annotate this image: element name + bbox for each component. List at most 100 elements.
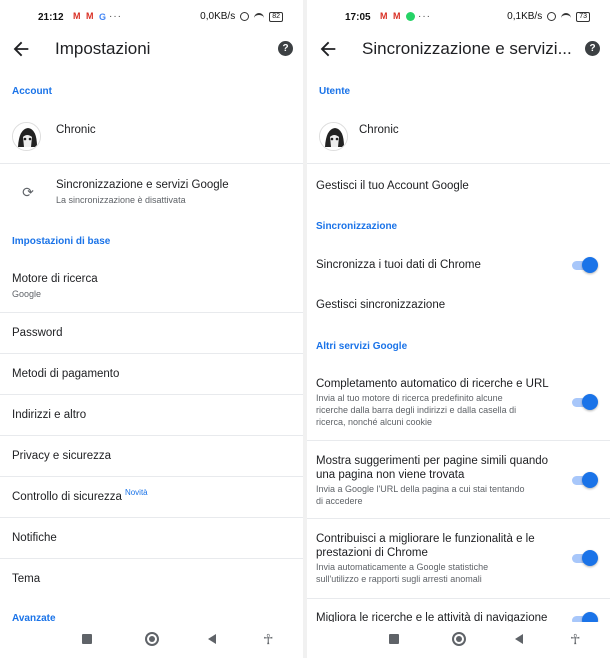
account-row[interactable]: Chronic: [307, 112, 610, 162]
improve-chrome-title: Contribuisci a migliorare le funzionalit…: [316, 533, 535, 545]
password-row[interactable]: Password: [0, 313, 303, 353]
notifications-row[interactable]: Notifiche: [0, 518, 303, 558]
network-speed: 0,0KB/s: [200, 11, 236, 22]
help-icon[interactable]: ?: [278, 41, 293, 56]
gmail-icon: [380, 11, 390, 21]
theme-label: Tema: [12, 573, 41, 585]
alarm-icon: [240, 12, 250, 21]
section-account: Account: [12, 86, 52, 97]
similar-pages-desc-line: di accedere: [316, 496, 363, 506]
more-notifications-icon: ···: [109, 11, 123, 22]
sync-title: Sincronizzazione e servizi Google: [56, 179, 229, 191]
gmail-icon: [393, 11, 403, 21]
page-title: Impostazioni: [55, 39, 151, 58]
autocomplete-desc-line: ricerche dalla barra degli indirizzi e d…: [316, 405, 517, 415]
privacy-row[interactable]: Privacy e sicurezza: [0, 436, 303, 476]
autocomplete-toggle[interactable]: [570, 393, 598, 411]
app-bar: Impostazioni ?: [0, 34, 303, 66]
status-right: 0,1KB/s 73: [507, 11, 590, 22]
improve-chrome-toggle[interactable]: [570, 549, 598, 567]
back-arrow-icon[interactable]: [10, 38, 32, 60]
section-user: Utente: [319, 86, 351, 97]
safety-check-text: Controllo di sicurezza: [12, 491, 122, 503]
home-icon[interactable]: [452, 632, 466, 646]
manage-account-label: Gestisci il tuo Account Google: [316, 180, 469, 192]
status-time: 21:12: [38, 12, 64, 23]
page-title: Sincronizzazione e servizi...: [362, 39, 572, 58]
addresses-label: Indirizzi e altro: [12, 409, 87, 421]
battery-icon: 73: [576, 11, 590, 22]
payment-methods-row[interactable]: Metodi di pagamento: [0, 354, 303, 394]
notification-icons: ···: [380, 11, 431, 23]
app-bar: Sincronizzazione e servizi... ?: [307, 34, 610, 66]
system-nav-bar: ☥: [307, 622, 610, 658]
theme-row[interactable]: Tema: [0, 559, 303, 599]
status-bar: 17:05 ··· 0,1KB/s 73: [307, 0, 610, 34]
new-badge: Novità: [124, 488, 148, 497]
accessibility-icon[interactable]: ☥: [570, 631, 580, 648]
recent-apps-icon[interactable]: [82, 634, 92, 644]
addresses-row[interactable]: Indirizzi e altro: [0, 395, 303, 435]
google-icon: G: [99, 11, 107, 22]
gmail-icon: [86, 11, 96, 21]
notification-icons: G ···: [73, 11, 123, 23]
avatar: [12, 122, 41, 151]
similar-pages-row[interactable]: Mostra suggerimenti per pagine simili qu…: [307, 441, 610, 517]
system-nav-bar: ☥: [0, 622, 303, 658]
account-name: Chronic: [56, 124, 96, 136]
sync-off-icon: ⟳: [22, 184, 34, 200]
home-icon[interactable]: [145, 632, 159, 646]
search-engine-title: Motore di ricerca: [12, 273, 98, 285]
safety-check-row[interactable]: Controllo di sicurezza Novità: [0, 477, 303, 517]
safety-check-label: Controllo di sicurezza Novità: [12, 488, 148, 503]
manage-account-row[interactable]: Gestisci il tuo Account Google: [307, 170, 610, 202]
improve-chrome-title: prestazioni di Chrome: [316, 547, 428, 559]
status-bar: 21:12 G ··· 0,0KB/s 82: [0, 0, 303, 34]
account-name: Chronic: [359, 124, 399, 136]
account-row[interactable]: Chronic: [0, 112, 303, 162]
nav-back-icon[interactable]: [208, 634, 216, 644]
sync-chrome-data-row[interactable]: Sincronizza i tuoi dati di Chrome: [307, 248, 610, 282]
wifi-icon: [254, 12, 265, 21]
gmail-icon: [73, 11, 83, 21]
more-notifications-icon: ···: [418, 11, 431, 22]
sync-services-screen: 17:05 ··· 0,1KB/s 73 Sincronizzazione e …: [307, 0, 610, 658]
improve-chrome-row[interactable]: Contribuisci a migliorare le funzionalit…: [307, 519, 610, 597]
section-sync: Sincronizzazione: [316, 221, 398, 232]
search-engine-value: Google: [12, 289, 42, 299]
avatar: [319, 122, 348, 151]
sync-chrome-data-toggle[interactable]: [570, 256, 598, 274]
similar-pages-title: una pagina non viene trovata: [316, 469, 465, 481]
accessibility-icon[interactable]: ☥: [263, 631, 273, 648]
autocomplete-desc-line: Invia al tuo motore di ricerca predefini…: [316, 393, 503, 403]
notifications-label: Notifiche: [12, 532, 57, 544]
similar-pages-toggle[interactable]: [570, 471, 598, 489]
status-right: 0,0KB/s 82: [200, 11, 283, 22]
manage-sync-row[interactable]: Gestisci sincronizzazione: [307, 290, 610, 322]
privacy-label: Privacy e sicurezza: [12, 450, 112, 462]
section-other-services: Altri servizi Google: [316, 341, 408, 352]
sync-services-row[interactable]: ⟳ Sincronizzazione e servizi Google La s…: [0, 164, 303, 214]
similar-pages-desc-line: Invia a Google l'URL della pagina a cui …: [316, 484, 525, 494]
whatsapp-icon: [406, 12, 415, 21]
improve-chrome-desc-line: Invia automaticamente a Google statistic…: [316, 562, 489, 572]
toggle-knob: [582, 257, 598, 273]
toggle-knob: [582, 550, 598, 566]
help-icon[interactable]: ?: [585, 41, 600, 56]
back-arrow-icon[interactable]: [317, 38, 339, 60]
recent-apps-icon[interactable]: [389, 634, 399, 644]
alarm-icon: [547, 12, 557, 21]
search-engine-row[interactable]: Motore di ricerca Google: [0, 262, 303, 312]
nav-back-icon[interactable]: [515, 634, 523, 644]
manage-sync-label: Gestisci sincronizzazione: [316, 299, 446, 311]
payment-methods-label: Metodi di pagamento: [12, 368, 120, 380]
better-search-row[interactable]: Migliora le ricerche e le attività di na…: [307, 599, 610, 628]
improve-chrome-desc-line: sull'utilizzo e rapporti sugli arresti a…: [316, 574, 482, 584]
autocomplete-row[interactable]: Completamento automatico di ricerche e U…: [307, 370, 610, 438]
wifi-icon: [561, 12, 572, 21]
autocomplete-title: Completamento automatico di ricerche e U…: [316, 378, 549, 390]
status-time: 17:05: [345, 12, 371, 23]
sync-chrome-data-label: Sincronizza i tuoi dati di Chrome: [316, 259, 481, 271]
sync-subtitle: La sincronizzazione è disattivata: [56, 195, 186, 205]
settings-screen: 21:12 G ··· 0,0KB/s 82 Impostazioni ? Ac…: [0, 0, 303, 658]
